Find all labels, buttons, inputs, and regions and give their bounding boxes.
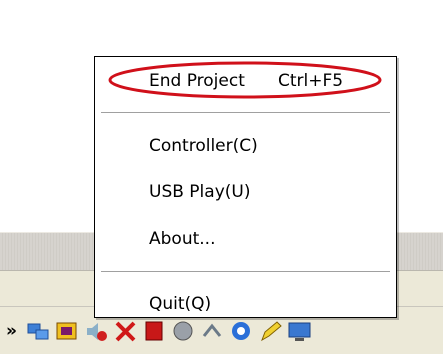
usb-play-label: USB Play(U)	[149, 182, 251, 202]
menu-item-quit[interactable]: Quit(Q)	[95, 288, 396, 320]
monitor-icon[interactable]	[286, 318, 313, 345]
end-project-shortcut: Ctrl+F5	[278, 71, 344, 91]
about-label: About...	[149, 229, 216, 249]
controller-label: Controller(C)	[149, 136, 258, 156]
quit-label: Quit(Q)	[149, 294, 212, 314]
context-menu: End Project Ctrl+F5 Controller(C) USB Pl…	[94, 56, 397, 318]
red-app-icon[interactable]	[141, 318, 168, 345]
app-icon[interactable]	[54, 318, 81, 345]
error-x-icon[interactable]	[112, 318, 139, 345]
system-tray: »	[6, 316, 313, 346]
menu-separator	[101, 112, 390, 114]
speaker-muted-icon[interactable]	[83, 318, 110, 345]
show-hidden-icons-button[interactable]: »	[6, 321, 17, 341]
blue-circle-icon[interactable]	[228, 318, 255, 345]
gray-app-icon[interactable]	[170, 318, 197, 345]
menu-item-about[interactable]: About...	[95, 223, 396, 255]
end-project-label: End Project	[149, 71, 245, 91]
pencil-icon[interactable]	[257, 318, 284, 345]
menu-item-usb-play[interactable]: USB Play(U)	[95, 176, 396, 208]
connection-icon[interactable]	[199, 318, 226, 345]
menu-separator	[101, 271, 390, 273]
menu-item-end-project[interactable]: End Project Ctrl+F5	[95, 65, 396, 97]
network-icon[interactable]	[25, 318, 52, 345]
menu-item-controller[interactable]: Controller(C)	[95, 130, 396, 162]
